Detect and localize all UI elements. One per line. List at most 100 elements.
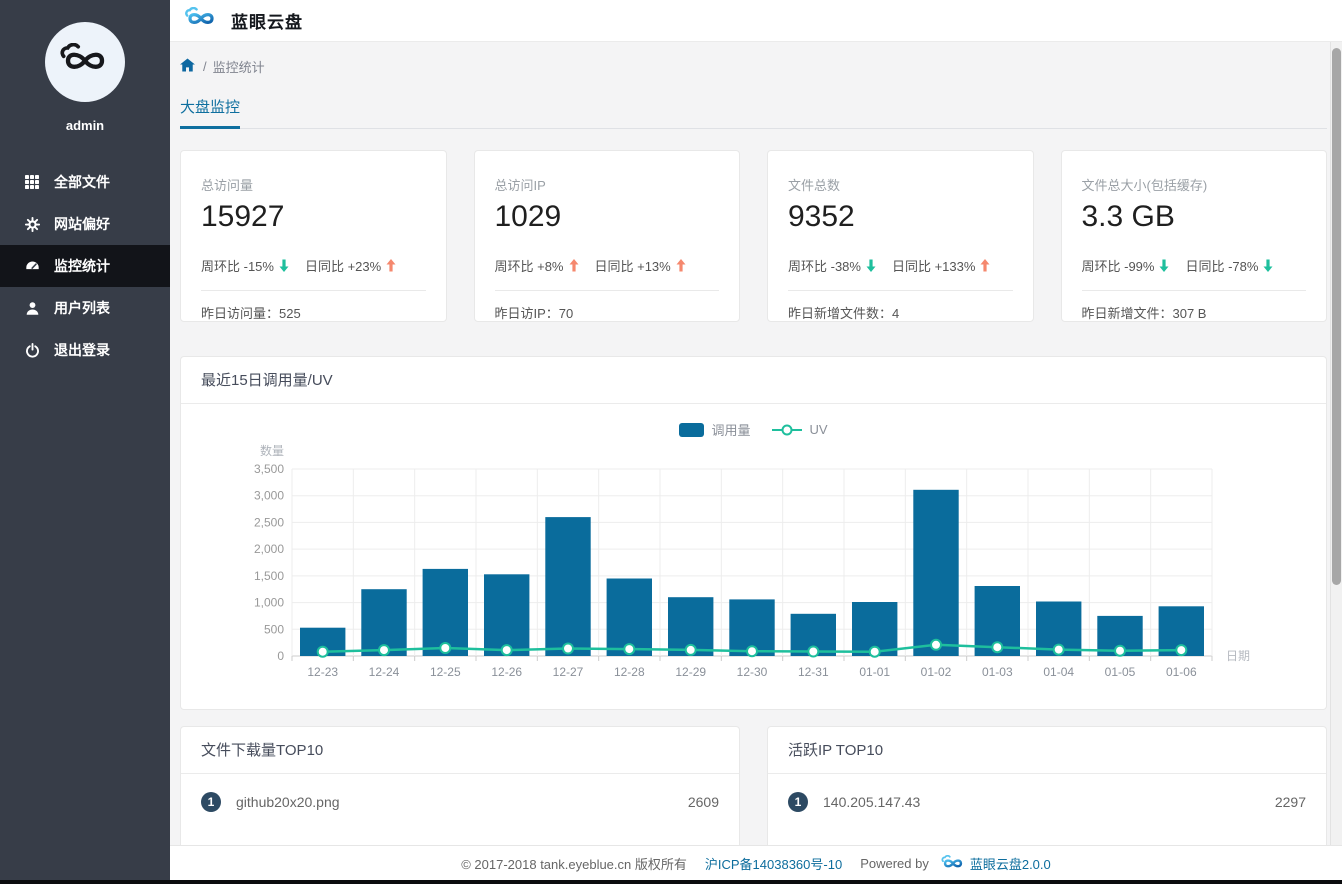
trend-down-icon [279,259,289,272]
powered-product-link[interactable]: 蓝眼云盘2.0.0 [970,854,1051,873]
trend-up-icon [569,259,578,272]
bar-swatch-icon [679,422,705,437]
tab-dashboard-monitor[interactable]: 大盘监控 [180,96,241,129]
gear-icon [24,216,40,232]
trend-up-icon [386,259,396,272]
stat-trends: 周环比 -15% 日同比 +23% [201,256,426,275]
svg-text:12-28: 12-28 [614,665,645,679]
stat-cards-row: 总访问量 15927 周环比 -15% 日同比 +23% 昨日访问量：525 总访问… [180,150,1327,322]
powered-by-text: Powered by [860,855,929,871]
uv-point [1114,644,1126,657]
home-icon[interactable] [180,58,195,75]
stat-trends: 周环比 -38% 日同比 +133% [788,256,1013,275]
logo-icon [57,42,113,82]
tab-bar: 大盘监控 [180,96,1327,129]
chart-card-title: 最近15日调用量/UV [181,357,1326,404]
username: admin [65,118,105,133]
trend-up-icon [980,259,990,272]
power-icon [24,342,40,358]
breadcrumb: / 监控统计 [180,57,1327,76]
scrollbar-track[interactable] [1330,42,1342,845]
legend-label-calls: 调用量 [711,423,751,438]
download-top10-title: 文件下载量TOP10 [181,727,739,774]
sidebar-item-user-list[interactable]: 用户列表 [0,287,170,329]
stat-label: 总访问量 [201,178,254,193]
dashboard-icon [24,259,40,274]
trend: 日同比 -78% [1185,256,1273,275]
trend: 周环比 -38% [788,256,876,275]
row-value: 2297 [1274,794,1306,810]
svg-text:01-03: 01-03 [982,665,1013,679]
chart-legend: 调用量 UV [181,420,1326,439]
sidebar-item-site-pref[interactable]: 网站偏好 [0,203,170,245]
legend-item-uv[interactable]: UV [772,422,828,437]
download-top10-list: 1 github20x20.png 2609 [181,774,739,812]
row-name: github20x20.png [236,794,340,810]
app-header: 蓝眼云盘 [170,0,1342,42]
uv-point [684,643,697,656]
stat-value: 3.3 GB [1081,200,1175,233]
stat-card-2: 文件总数 9352 周环比 -38% 日同比 +133% 昨日新增文件数：4 [767,150,1034,322]
uv-point [500,644,513,657]
chart-card: 最近15日调用量/UV 调用量 UV 0 500 1,000 1,500 2,000 2,… [180,356,1327,710]
trend-down-icon [1263,259,1273,272]
active-ip-top10-card: 活跃IP TOP10 1 140.205.147.43 2297 [767,726,1327,856]
footer: © 2017-2018 tank.eyeblue.cn 版权所有 沪ICP备14… [170,845,1342,880]
svg-text:12-26: 12-26 [491,665,522,679]
active-ip-top10-title: 活跃IP TOP10 [768,727,1326,774]
uv-point [378,644,390,657]
legend-item-calls[interactable]: 调用量 [679,420,750,439]
uv-point [439,642,452,654]
sidebar-item-label: 网站偏好 [54,216,110,232]
uv-point [562,642,574,655]
row-value: 2609 [687,794,719,810]
scrollbar-thumb[interactable] [1332,48,1341,585]
breadcrumb-current: 监控统计 [212,60,265,75]
bar [484,574,530,656]
footer-logo-icon [940,855,966,871]
trend: 日同比 +13% [595,256,686,275]
stat-value: 15927 [201,200,285,233]
rank-badge: 1 [201,792,221,812]
svg-text:12-25: 12-25 [430,665,461,679]
stat-footer: 昨日新增文件数：4 [788,306,900,321]
sidebar-item-label: 用户列表 [54,300,110,316]
svg-text:12-29: 12-29 [675,665,706,679]
top-list-row: 1 140.205.147.43 2297 [768,774,1326,812]
top-lists-row: 文件下载量TOP10 1 github20x20.png 2609 活跃IP T… [180,726,1327,856]
grid-icon [24,175,40,189]
content: / 监控统计 大盘监控 总访问量 15927 周环比 -15% 日同比 +23% … [170,42,1342,884]
sidebar-item-monitor[interactable]: 监控统计 [0,245,170,287]
uv-bar-chart: 0 500 1,000 1,500 2,000 2,500 3,000 3,500 数量 日期 12… [181,441,1326,709]
stat-card-3: 文件总大小(包括缓存) 3.3 GB 周环比 -99% 日同比 -78% 昨日新增… [1060,150,1327,322]
app-logo-icon [183,6,219,34]
svg-text:12-24: 12-24 [369,665,400,679]
sidebar-item-logout[interactable]: 退出登录 [0,329,170,371]
svg-text:12-27: 12-27 [553,665,584,679]
svg-text:日期: 日期 [1226,649,1250,663]
legend-label-uv: UV [809,422,828,437]
trend: 日同比 +23% [305,256,396,275]
sidebar-item-label: 监控统计 [54,258,110,274]
uv-point [1175,644,1188,657]
svg-text:3,000: 3,000 [254,489,284,503]
svg-text:01-06: 01-06 [1166,665,1197,679]
stat-label: 文件总大小(包括缓存) [1081,178,1208,193]
uv-point [1052,643,1065,656]
download-top10-card: 文件下载量TOP10 1 github20x20.png 2609 [180,726,740,856]
active-ip-top10-list: 1 140.205.147.43 2297 [768,774,1326,812]
trend: 周环比 -99% [1082,256,1170,275]
trend: 日同比 +133% [892,256,990,275]
stat-value: 1029 [494,200,562,233]
copyright-text: © 2017-2018 tank.eyeblue.cn 版权所有 [461,856,687,872]
stat-footer: 昨日访问量：525 [201,306,301,321]
sidebar-item-all-files[interactable]: 全部文件 [0,161,170,203]
stat-label: 总访问IP [494,178,546,193]
avatar[interactable] [45,22,125,102]
svg-text:2,500: 2,500 [254,515,284,529]
bar [545,517,591,656]
svg-text:3,500: 3,500 [254,462,284,476]
uv-point [746,645,758,658]
sidebar-menu: 全部文件 网站偏好 监控统计 用户列表 退出登录 [0,161,170,371]
icp-link[interactable]: 沪ICP备14038360号-10 [705,854,842,873]
